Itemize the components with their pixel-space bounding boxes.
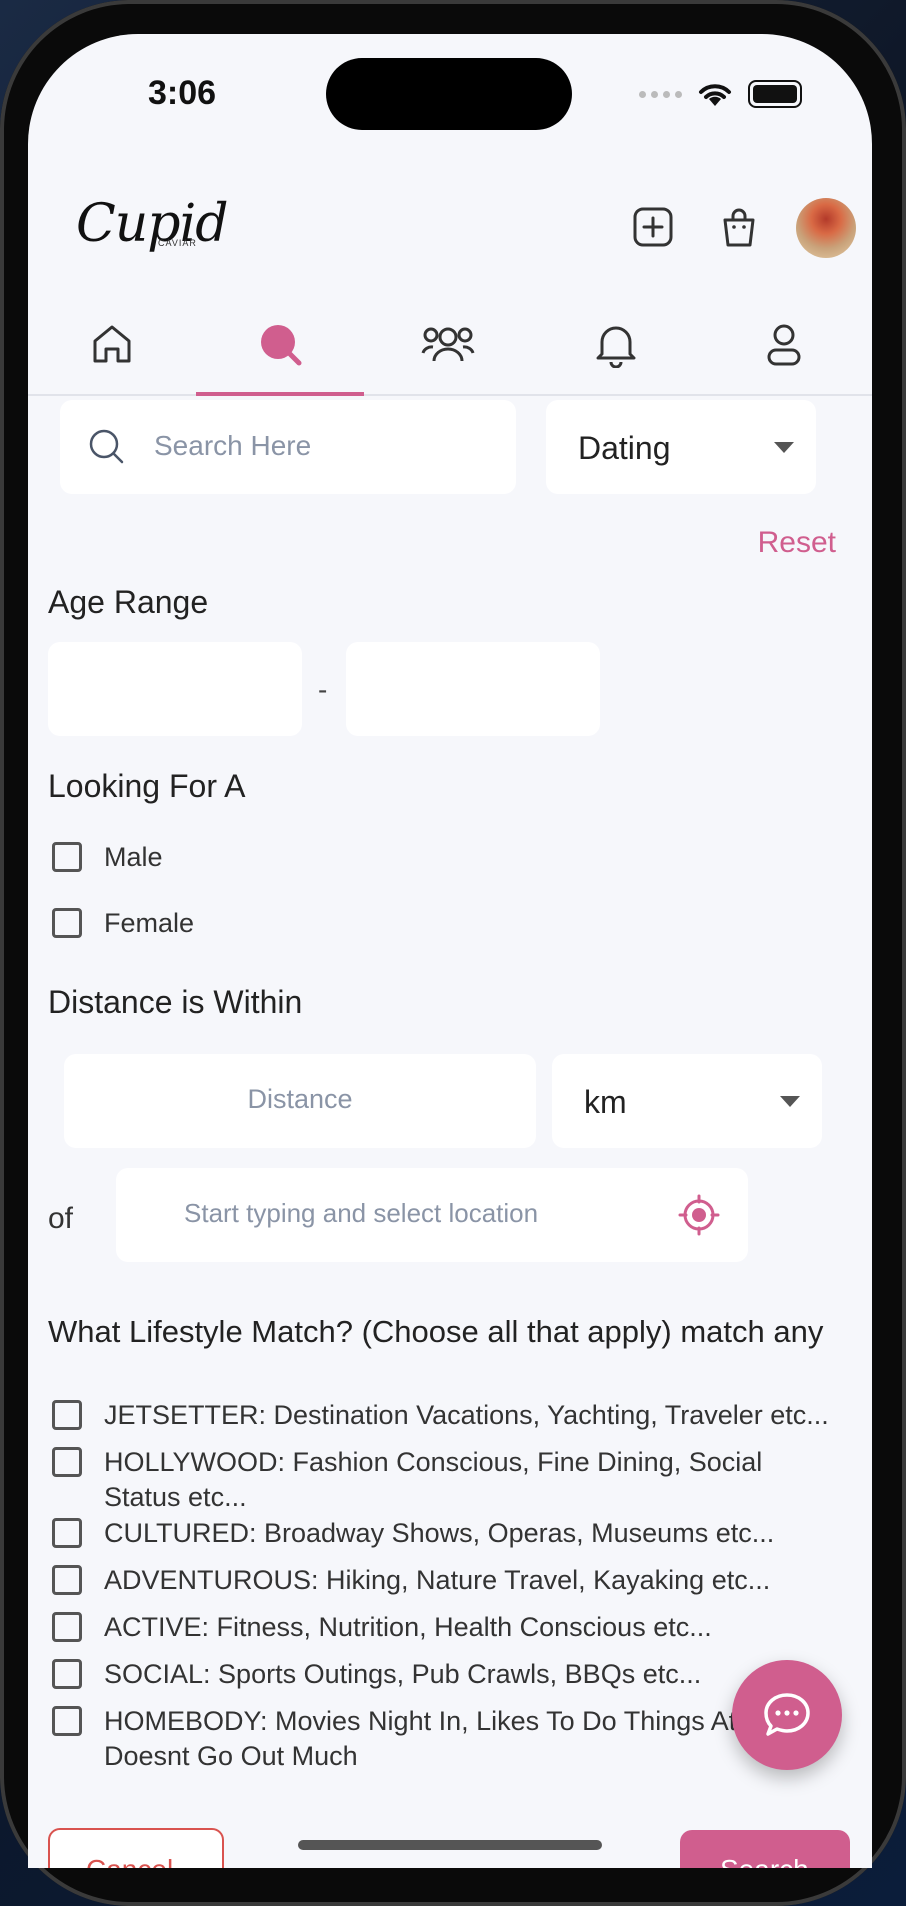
checkbox-label: CULTURED: Broadway Shows, Operas, Museum…: [104, 1518, 775, 1548]
home-indicator: [298, 1840, 602, 1850]
checkbox-label: HOLLYWOOD: Fashion Conscious, Fine Dinin…: [104, 1447, 763, 1512]
distance-title: Distance is Within: [48, 984, 303, 1020]
distance-unit-value: km: [584, 1084, 627, 1120]
checkbox-jetsetter[interactable]: JETSETTER: Destination Vacations, Yachti…: [52, 1398, 844, 1433]
checkbox-female[interactable]: Female: [52, 906, 844, 941]
shopping-bag-icon[interactable]: [718, 206, 760, 248]
checkbox[interactable]: [52, 1659, 82, 1689]
app-header: Cupid CAVIAR: [28, 164, 872, 264]
checkbox-label: ADVENTUROUS: Hiking, Nature Travel, Kaya…: [104, 1565, 771, 1595]
distance-input[interactable]: Distance: [64, 1054, 536, 1148]
checkbox-label: ACTIVE: Fitness, Nutrition, Health Consc…: [104, 1612, 712, 1642]
checkbox-active[interactable]: ACTIVE: Fitness, Nutrition, Health Consc…: [52, 1610, 844, 1645]
chevron-down-icon: [774, 442, 794, 453]
chat-button[interactable]: [732, 1660, 842, 1770]
age-separator: -: [318, 674, 328, 705]
tab-profile[interactable]: [700, 294, 868, 394]
status-icons: [639, 80, 802, 108]
checkbox-male[interactable]: Male: [52, 840, 844, 875]
checkbox[interactable]: [52, 842, 82, 872]
bell-icon: [596, 326, 636, 368]
search-icon: [261, 325, 302, 366]
distance-unit-select[interactable]: km: [552, 1054, 822, 1148]
of-label: of: [48, 1202, 74, 1235]
main-nav: [28, 294, 872, 396]
checkbox[interactable]: [52, 1447, 82, 1477]
status-time: 3:06: [148, 74, 217, 112]
checkbox-hollywood[interactable]: HOLLYWOOD: Fashion Conscious, Fine Dinin…: [52, 1445, 804, 1515]
search-input[interactable]: Search Here: [60, 400, 516, 494]
search-icon: [89, 429, 124, 464]
profile-icon: [767, 324, 801, 366]
checkbox[interactable]: [52, 908, 82, 938]
tab-search[interactable]: [196, 294, 364, 396]
location-placeholder: Start typing and select location: [184, 1198, 539, 1228]
checkbox-cultured[interactable]: CULTURED: Broadway Shows, Operas, Museum…: [52, 1516, 844, 1551]
logo: Cupid: [76, 194, 228, 254]
checkbox[interactable]: [52, 1565, 82, 1595]
looking-for-title: Looking For A: [48, 768, 246, 804]
age-min-input[interactable]: [48, 642, 302, 736]
signal-icon: [639, 90, 682, 98]
search-label: Search: [720, 1854, 809, 1868]
cancel-button[interactable]: Cancel: [48, 1828, 224, 1868]
checkbox[interactable]: [52, 1706, 82, 1736]
tab-notifications[interactable]: [532, 294, 700, 394]
age-max-input[interactable]: [346, 642, 600, 736]
search-button[interactable]: Search: [680, 1830, 850, 1868]
checkbox-social[interactable]: SOCIAL: Sports Outings, Pub Crawls, BBQs…: [52, 1657, 844, 1692]
checkbox-adventurous[interactable]: ADVENTUROUS: Hiking, Nature Travel, Kaya…: [52, 1563, 844, 1598]
wifi-icon: [699, 84, 731, 106]
locate-icon[interactable]: [678, 1194, 720, 1236]
logo-subtext: CAVIAR: [158, 238, 197, 248]
checkbox[interactable]: [52, 1518, 82, 1548]
avatar[interactable]: [796, 198, 856, 258]
category-select[interactable]: Dating: [546, 400, 816, 494]
age-range-title: Age Range: [48, 584, 209, 620]
checkbox-label: Male: [104, 842, 163, 872]
checkbox-homebody[interactable]: HOMEBODY: Movies Night In, Likes To Do T…: [52, 1704, 844, 1774]
checkbox[interactable]: [52, 1612, 82, 1642]
checkbox-label: JETSETTER: Destination Vacations, Yachti…: [104, 1400, 829, 1430]
location-input[interactable]: Start typing and select location: [116, 1168, 748, 1262]
checkbox[interactable]: [52, 1400, 82, 1430]
checkbox-label: SOCIAL: Sports Outings, Pub Crawls, BBQs…: [104, 1659, 702, 1689]
chat-bubble-icon: [764, 1693, 810, 1736]
distance-placeholder: Distance: [247, 1084, 353, 1114]
lifestyle-title: What Lifestyle Match? (Choose all that a…: [48, 1314, 824, 1349]
tab-home[interactable]: [28, 294, 196, 394]
tab-groups[interactable]: [364, 294, 532, 394]
category-value: Dating: [578, 430, 671, 466]
battery-icon: [748, 80, 802, 108]
reset-link[interactable]: Reset: [758, 526, 836, 560]
add-post-icon[interactable]: [632, 206, 674, 248]
groups-icon: [421, 327, 475, 362]
dynamic-island: [326, 58, 572, 130]
chevron-down-icon: [780, 1096, 800, 1107]
cancel-label: Cancel: [86, 1854, 173, 1868]
search-placeholder: Search Here: [154, 430, 312, 461]
checkbox-label: Female: [104, 908, 195, 938]
home-icon: [93, 325, 131, 363]
app-screen: 3:06 Cupid CAVIAR Search Here Dating Res…: [28, 34, 872, 1868]
